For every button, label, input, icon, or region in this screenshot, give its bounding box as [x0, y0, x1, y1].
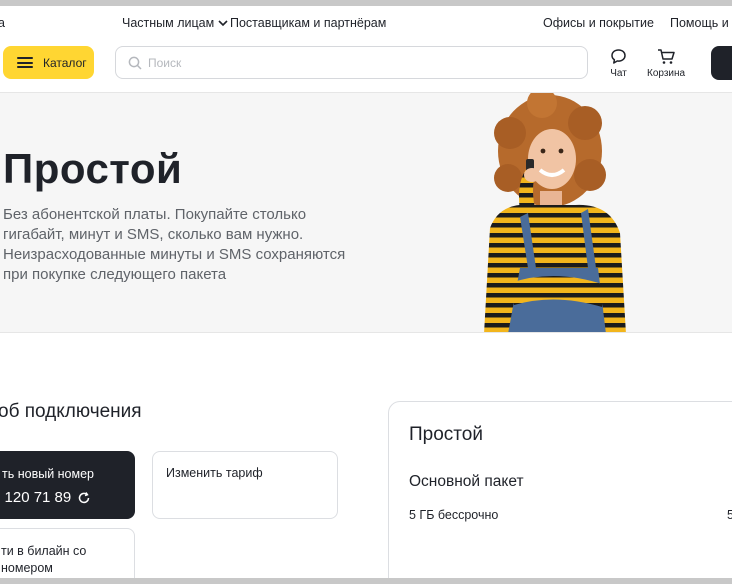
browser-frame-top	[0, 0, 732, 6]
option-change-tariff-label: Изменить тариф	[166, 466, 263, 480]
nav-link-fragment[interactable]: a	[0, 16, 5, 30]
option-change-tariff[interactable]: Изменить тариф	[152, 451, 338, 519]
chat-icon	[611, 49, 626, 64]
option-new-number-phone: 5 120 71 89	[0, 489, 91, 506]
refresh-icon[interactable]	[77, 491, 91, 505]
nav-link-help[interactable]: Помощь и п	[670, 16, 732, 30]
login-button[interactable]	[711, 46, 732, 80]
nav-link-partners[interactable]: Поставщикам и партнёрам	[230, 16, 386, 30]
nav-link-offices[interactable]: Офисы и покрытие	[543, 16, 654, 30]
nav-link-private-label: Частным лицам	[122, 16, 215, 30]
search-box[interactable]	[115, 46, 588, 79]
option-transfer-line2: номером	[1, 561, 53, 575]
connection-section-title: об подключения	[0, 401, 142, 422]
hero-woman-photo	[484, 93, 626, 332]
tariff-panel: Простой Основной пакет 5 ГБ бессрочно 5	[388, 401, 732, 584]
option-transfer-number[interactable]: ти в билайн со номером	[0, 528, 135, 584]
package-row-label: 5 ГБ бессрочно	[409, 508, 499, 522]
option-new-number-label: ть новый номер	[2, 467, 94, 481]
option-transfer-line1: ти в билайн со	[1, 544, 87, 558]
hero-description: Без абонентской платы. Покупайте столько…	[3, 206, 346, 283]
cart-label: Корзина	[647, 68, 686, 79]
nav-link-private[interactable]: Частным лицам	[122, 16, 228, 30]
hero-banner: Простой Без абонентской платы. Покупайте…	[0, 92, 732, 333]
catalog-button-label: Каталог	[43, 55, 87, 70]
tariff-panel-title: Простой	[409, 424, 483, 445]
top-nav: a Частным лицам Поставщикам и партнёрам …	[0, 6, 732, 38]
site-header: Каталог Чат Корзина	[0, 38, 732, 92]
chat-label: Чат	[610, 68, 627, 79]
search-input[interactable]	[148, 55, 548, 70]
option-new-number[interactable]: ть новый номер 5 120 71 89	[0, 451, 135, 519]
package-row-value: 5	[727, 508, 732, 522]
menu-icon	[17, 57, 33, 68]
hero-title: Простой	[3, 145, 183, 192]
search-icon	[128, 56, 142, 70]
browser-frame-bottom	[0, 578, 732, 584]
catalog-button[interactable]: Каталог	[3, 46, 94, 79]
phone-number: 5 120 71 89	[0, 489, 72, 506]
chevron-down-icon	[218, 20, 228, 27]
chat-button[interactable]: Чат	[610, 48, 627, 79]
cart-icon	[658, 49, 675, 64]
package-title: Основной пакет	[409, 473, 524, 490]
cart-button[interactable]: Корзина	[647, 48, 685, 79]
